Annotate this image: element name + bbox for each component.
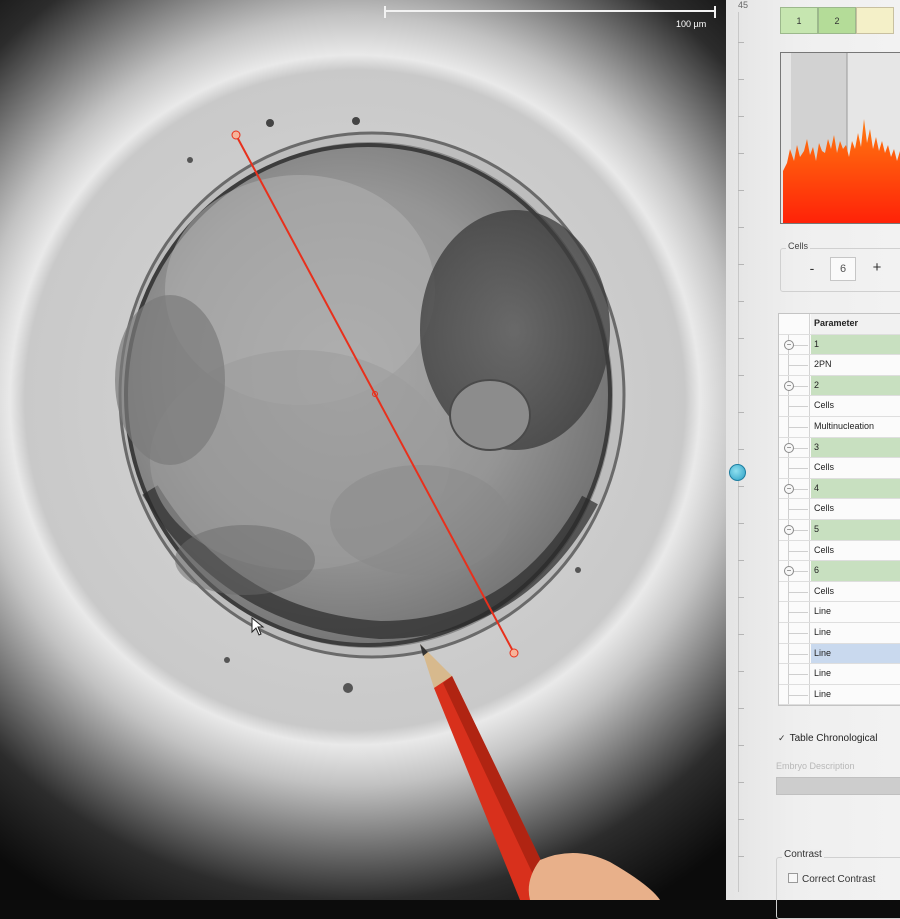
ruler-tick	[738, 856, 744, 857]
table-cell-label: 5	[811, 519, 900, 540]
increment-cells-button[interactable]: +	[869, 259, 885, 276]
cells-group-label: Cells	[786, 241, 811, 251]
table-row[interactable]: Line	[779, 684, 900, 706]
ruler-tick	[738, 264, 744, 265]
table-cell-label: 1	[811, 334, 900, 355]
table-cell-label: Line	[814, 606, 832, 617]
embryo-description-field[interactable]	[776, 777, 900, 795]
contrast-group	[776, 857, 900, 919]
table-cell-label: Line	[814, 688, 832, 699]
table-row[interactable]: Cells	[779, 581, 900, 603]
table-cell-label: Cells	[814, 400, 835, 411]
table-group-row[interactable]: −2	[779, 375, 900, 397]
table-group-row[interactable]: −1	[779, 334, 900, 356]
ruler-tick	[738, 375, 744, 376]
embryo-description-label: Embryo Description	[776, 761, 855, 771]
collapse-icon[interactable]: −	[784, 380, 794, 391]
table-cell-label: 6	[811, 561, 900, 581]
tab-2[interactable]: 2	[818, 7, 856, 34]
checkbox-icon	[788, 873, 798, 883]
table-cell-label: Cells	[814, 585, 835, 596]
table-cell-label: Line	[814, 668, 832, 679]
ruler-tick	[738, 79, 744, 80]
collapse-icon[interactable]: −	[784, 442, 794, 453]
tab-1[interactable]: 1	[780, 7, 818, 34]
ruler-tick	[738, 42, 744, 43]
decrement-cells-button[interactable]: -	[804, 260, 820, 276]
table-row[interactable]: Line	[779, 602, 900, 623]
ruler-tick	[738, 116, 744, 117]
ruler-tick	[738, 153, 744, 154]
control-panel: 45 1 2 Cells - 6 + Parameter −1 2PN −2 Cel	[726, 0, 900, 919]
ruler-tick	[738, 560, 744, 561]
table-chronological-checkbox[interactable]: ✓ Table Chronological	[778, 733, 877, 744]
table-row[interactable]: Line	[779, 622, 900, 644]
ruler-tick	[738, 597, 744, 598]
correct-contrast-label: Correct Contrast	[802, 874, 876, 885]
ruler-tick	[738, 338, 744, 339]
table-cell-label: 2	[811, 375, 900, 396]
tab-3[interactable]	[856, 7, 894, 34]
table-cell-label: Multinucleation	[814, 420, 875, 431]
microscope-viewer[interactable]: 100 µm	[0, 0, 726, 900]
collapse-icon[interactable]: −	[784, 524, 794, 535]
cells-count-field[interactable]: 6	[830, 257, 856, 281]
ruler-tick	[738, 486, 744, 487]
table-group-row[interactable]: −5	[779, 519, 900, 541]
ruler-tick	[738, 301, 744, 302]
table-group-row[interactable]: −6	[779, 561, 900, 582]
histogram-plot	[783, 53, 900, 223]
table-row[interactable]: Line	[779, 664, 900, 685]
table-cell-label: 3	[811, 437, 900, 458]
collapse-icon[interactable]: −	[784, 483, 794, 494]
table-group-row[interactable]: −3	[779, 437, 900, 459]
ruler-tick	[738, 523, 744, 524]
correct-contrast-checkbox[interactable]: Correct Contrast	[788, 873, 875, 885]
table-row[interactable]: Cells	[779, 499, 900, 520]
table-row[interactable]: Cells	[779, 396, 900, 417]
contrast-group-label: Contrast	[782, 849, 824, 860]
collapse-icon[interactable]: −	[784, 339, 794, 350]
collapse-icon[interactable]: −	[784, 566, 794, 577]
table-cell-label: 2PN	[814, 359, 832, 370]
ruler-tick	[738, 412, 744, 413]
table-cell-label: Cells	[814, 462, 835, 473]
table-cell-label: Cells	[814, 544, 835, 555]
table-row[interactable]: Line	[779, 643, 900, 665]
parameter-column-header[interactable]: Parameter	[811, 314, 900, 334]
table-row[interactable]: 2PN	[779, 355, 900, 376]
ruler-tick	[738, 449, 744, 450]
table-cell-label: 4	[811, 478, 900, 499]
hand	[528, 852, 660, 900]
focus-slider-track[interactable]	[738, 12, 744, 892]
table-row[interactable]: Multinucleation	[779, 416, 900, 438]
ruler-tick	[738, 819, 744, 820]
focus-slider-knob[interactable]	[729, 464, 746, 481]
ruler-tick	[738, 190, 744, 191]
histogram	[780, 52, 900, 224]
table-header: Parameter	[779, 314, 900, 335]
timepoint-tabs: 1 2	[780, 7, 894, 34]
table-cell-label: Line	[814, 626, 832, 637]
ruler-tick	[738, 708, 744, 709]
ruler-tick	[738, 782, 744, 783]
table-chronological-label: Table Chronological	[789, 733, 878, 744]
ruler-tick	[738, 227, 744, 228]
checkmark-icon: ✓	[778, 733, 786, 743]
table-group-row[interactable]: −4	[779, 478, 900, 500]
table-cell-label: Cells	[814, 503, 835, 514]
table-row[interactable]: Cells	[779, 540, 900, 562]
table-cell-label: Line	[811, 643, 900, 664]
ruler-tick	[738, 634, 744, 635]
ruler-label: 45	[738, 0, 749, 10]
table-row[interactable]: Cells	[779, 458, 900, 479]
ruler-tick	[738, 671, 744, 672]
pencil	[420, 644, 660, 900]
ruler-tick	[738, 745, 744, 746]
parameter-table: Parameter −1 2PN −2 Cells Multinucleation −3 C…	[778, 313, 900, 707]
